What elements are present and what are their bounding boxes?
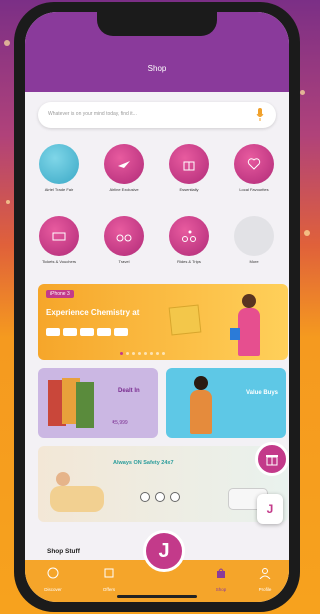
- more-icon: [234, 216, 274, 256]
- partner-logo: [80, 328, 94, 336]
- user-icon: [259, 568, 271, 580]
- feature-icons: [140, 492, 180, 502]
- category-label: Essentially: [179, 187, 199, 192]
- gift-box-image: [168, 304, 202, 336]
- promo-title: Always ON Safety 24x7: [113, 460, 174, 466]
- carousel-dot[interactable]: [120, 352, 123, 355]
- background-sparkle: [300, 90, 305, 95]
- search-placeholder: Whatever is on your mind today, find it.…: [48, 111, 137, 117]
- category-tickets-vouchers[interactable]: Tickets & Vouchers: [29, 216, 89, 264]
- promo-tag: iPhone 3: [46, 290, 74, 298]
- phone-screen: Shop Whatever is on your mind today, fin…: [25, 12, 289, 602]
- person-image: [186, 376, 216, 434]
- partner-logos: [46, 328, 128, 336]
- category-label: Rides & Trips: [177, 259, 201, 264]
- gift-icon: [169, 144, 209, 184]
- carousel-dots: [120, 352, 165, 355]
- tab-offers[interactable]: Offers: [87, 566, 131, 592]
- carousel-dot[interactable]: [162, 352, 165, 355]
- background-sparkle: [4, 40, 10, 46]
- airline-icon: [104, 144, 144, 184]
- promo-title: Experience Chemistry at: [46, 308, 140, 317]
- tab-discover[interactable]: Discover: [31, 566, 75, 592]
- category-label: Local Favourites: [239, 187, 269, 192]
- partner-logo: [46, 328, 60, 336]
- compass-icon: [47, 567, 59, 579]
- phone-notch: [97, 12, 217, 36]
- tab-label: Shop: [215, 587, 227, 592]
- category-more[interactable]: More: [224, 216, 284, 264]
- promo-banner-safety[interactable]: Always ON Safety 24x7: [38, 446, 288, 522]
- ticket-icon: [39, 216, 79, 256]
- partner-logo: [97, 328, 111, 336]
- tab-label: Discover: [44, 587, 62, 592]
- tile-title: Value Buys: [246, 390, 279, 396]
- microphone-icon[interactable]: [256, 108, 264, 121]
- carousel-dot[interactable]: [138, 352, 141, 355]
- bicycle-icon: [104, 216, 144, 256]
- category-label: Airtel Trade Fair: [44, 187, 74, 192]
- offers-icon: [104, 568, 114, 578]
- feature-icon: [155, 492, 165, 502]
- gift-icon: [266, 455, 278, 466]
- carousel-dot[interactable]: [156, 352, 159, 355]
- tab-shop[interactable]: Shop: [199, 566, 243, 592]
- category-travel[interactable]: Travel: [94, 216, 154, 264]
- promo-banner-experience[interactable]: iPhone 3 Experience Chemistry at: [38, 284, 288, 360]
- feature-icon: [170, 492, 180, 502]
- category-label: Tickets & Vouchers: [41, 259, 77, 264]
- background-sparkle: [304, 230, 310, 236]
- tab-label: Profile: [258, 587, 272, 592]
- gift-fab-button[interactable]: [255, 442, 289, 476]
- category-rides-trips[interactable]: Rides & Trips: [159, 216, 219, 264]
- partner-logo: [114, 328, 128, 336]
- carousel-dot[interactable]: [126, 352, 129, 355]
- home-indicator: [117, 595, 197, 598]
- heart-icon: [234, 144, 274, 184]
- category-airtel-trade-fair[interactable]: Airtel Trade Fair: [29, 144, 89, 192]
- category-label: Airline Exclusive: [109, 187, 139, 192]
- category-local-favourites[interactable]: Local Favourites: [224, 144, 284, 192]
- trade-fair-icon: [39, 144, 79, 184]
- category-label: More: [249, 259, 259, 264]
- bike-rider-icon: [169, 216, 209, 256]
- background-sparkle: [6, 200, 10, 204]
- tile-title: Dealt In: [118, 388, 140, 394]
- tab-profile[interactable]: Profile: [243, 566, 287, 592]
- books-image: [48, 378, 94, 428]
- family-image: [50, 468, 110, 516]
- carousel-dot[interactable]: [132, 352, 135, 355]
- category-label: Travel: [118, 259, 130, 264]
- center-action-button[interactable]: J: [143, 530, 185, 572]
- feature-icon: [140, 492, 150, 502]
- tile-price: ₹5,999: [112, 420, 128, 426]
- partner-logo: [63, 328, 77, 336]
- category-essentially[interactable]: Essentially: [159, 144, 219, 192]
- tab-label: Offers: [102, 587, 116, 592]
- promo-tile-value-buys[interactable]: Value Buys: [166, 368, 286, 438]
- section-title: Shop Stuff: [47, 548, 80, 555]
- page-title: Shop: [147, 64, 167, 73]
- carousel-dot[interactable]: [150, 352, 153, 355]
- promo-tile-dealt-in[interactable]: Dealt In ₹5,999: [38, 368, 158, 438]
- carousel-dot[interactable]: [144, 352, 147, 355]
- shopper-image: [230, 292, 270, 358]
- assistant-fab-button[interactable]: J: [257, 494, 283, 524]
- shop-bag-icon: [217, 568, 225, 578]
- search-bar[interactable]: Whatever is on your mind today, find it.…: [38, 102, 276, 128]
- category-airline-exclusive[interactable]: Airline Exclusive: [94, 144, 154, 192]
